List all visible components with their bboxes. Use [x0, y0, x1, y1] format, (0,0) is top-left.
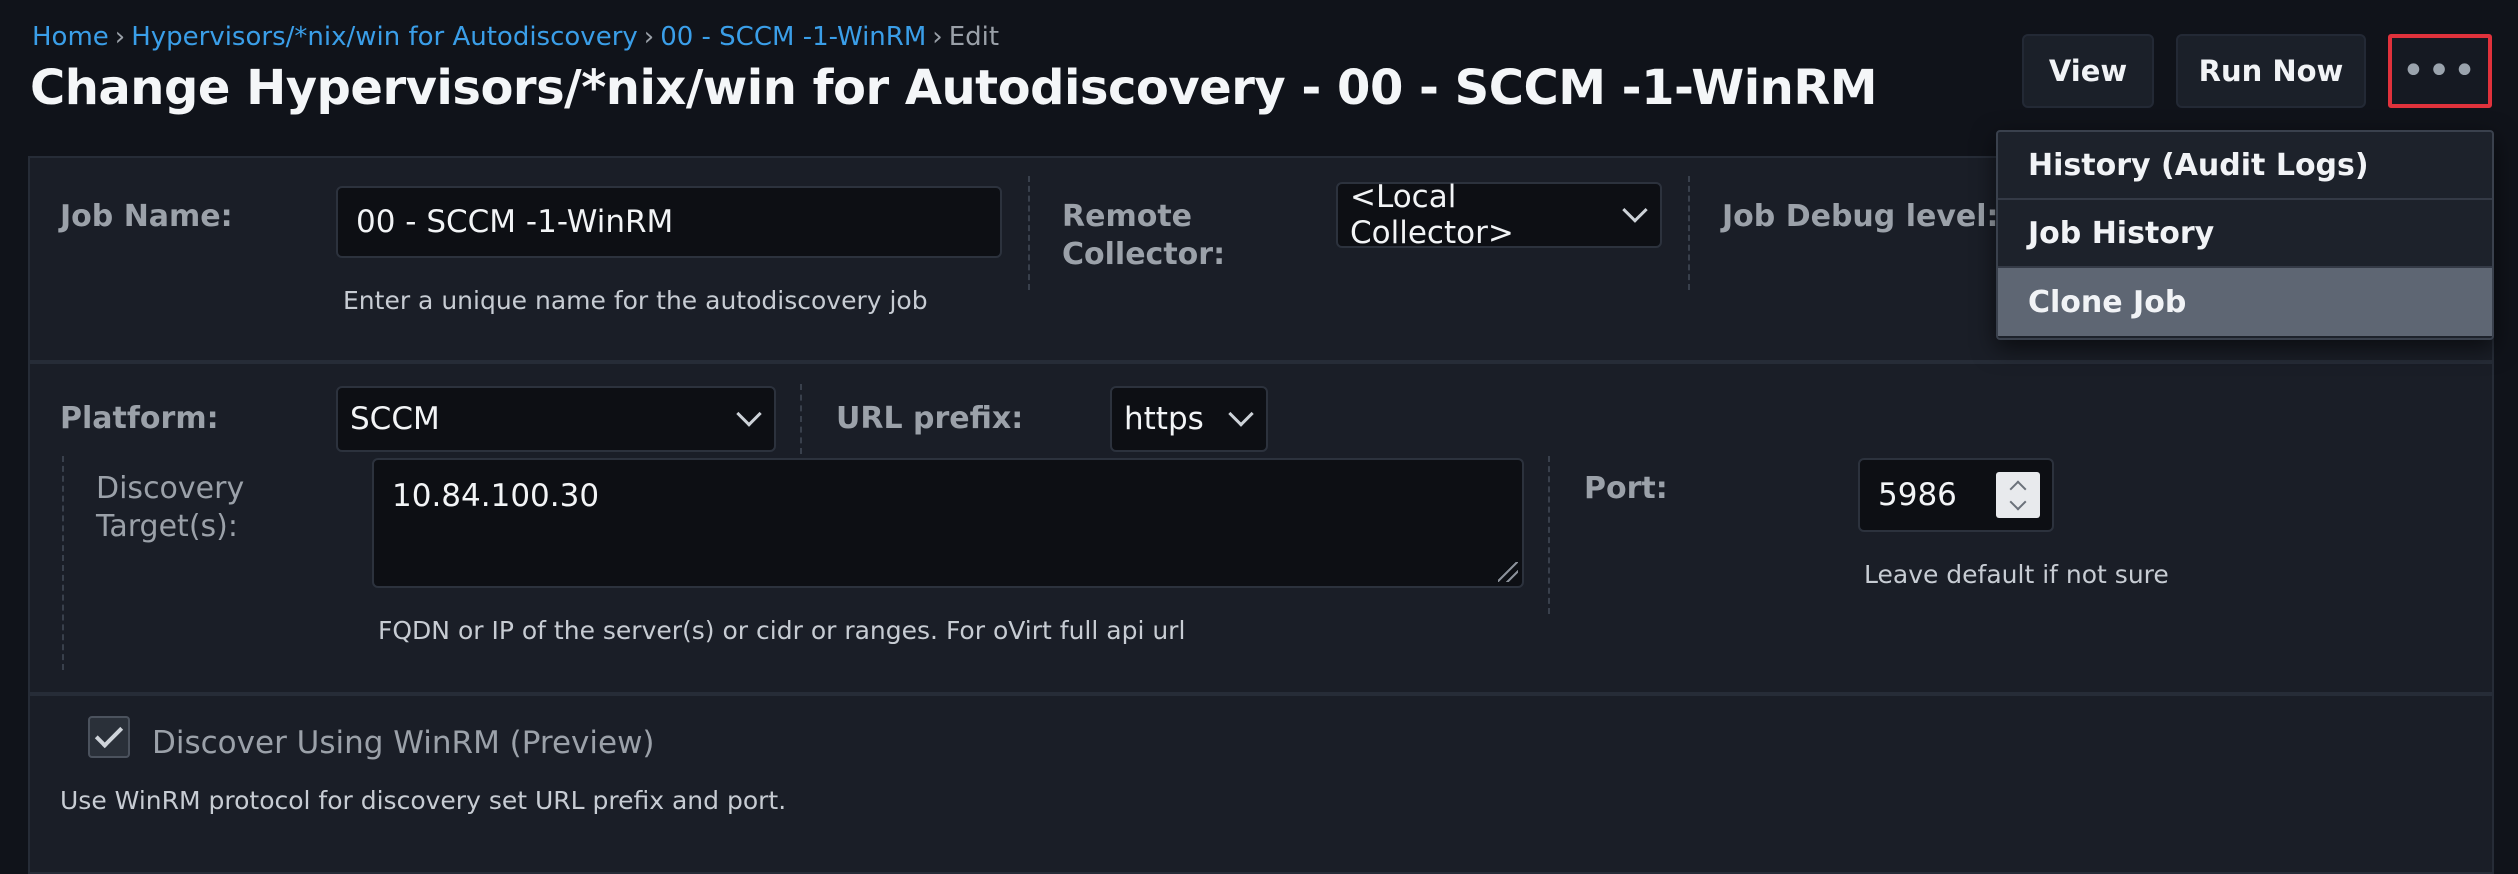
remote-collector-label: Remote Collector:: [1062, 198, 1225, 274]
port-label: Port:: [1584, 471, 1668, 506]
breadcrumb-separator: ›: [643, 22, 655, 52]
breadcrumb: Home › Hypervisors/*nix/win for Autodiscov…: [32, 22, 999, 52]
job-name-help: Enter a unique name for the autodiscover…: [343, 286, 928, 315]
port-input[interactable]: 5986: [1858, 458, 2054, 532]
ellipsis-icon: •••: [2401, 48, 2479, 94]
remote-collector-label-line: Remote: [1062, 199, 1193, 234]
breadcrumb-section-link[interactable]: Hypervisors/*nix/win for Autodiscovery: [131, 22, 638, 52]
winrm-checkbox[interactable]: [88, 716, 130, 758]
menu-item-job-history[interactable]: Job History: [1998, 200, 2492, 268]
divider: [1688, 176, 1690, 290]
more-options-menu: History (Audit Logs) Job History Clone J…: [1996, 130, 2494, 340]
divider: [1028, 176, 1030, 290]
port-help: Leave default if not sure: [1864, 560, 2169, 589]
chevron-down-icon: [1228, 401, 1254, 427]
breadcrumb-separator: ›: [114, 22, 126, 52]
divider: [1548, 456, 1550, 614]
discovery-targets-textarea[interactable]: 10.84.100.30: [372, 458, 1524, 588]
checkmark-icon: [94, 719, 124, 749]
discovery-targets-value: 10.84.100.30: [392, 478, 600, 514]
job-name-input[interactable]: 00 - SCCM -1-WinRM: [336, 186, 1002, 258]
platform-select[interactable]: SCCM: [336, 386, 776, 452]
discovery-targets-label: Discovery Target(s):: [96, 470, 244, 546]
run-now-button[interactable]: Run Now: [2176, 34, 2366, 108]
discovery-targets-label-line: Target(s):: [96, 509, 238, 544]
more-options-button[interactable]: •••: [2388, 34, 2492, 108]
menu-item-clone-job[interactable]: Clone Job: [1998, 268, 2492, 336]
winrm-help: Use WinRM protocol for discovery set URL…: [60, 786, 787, 815]
breadcrumb-home-link[interactable]: Home: [32, 22, 109, 52]
breadcrumb-job-link[interactable]: 00 - SCCM -1-WinRM: [660, 22, 926, 52]
breadcrumb-current: Edit: [948, 22, 1000, 52]
platform-value: SCCM: [350, 401, 440, 437]
chevron-down-icon: [2009, 493, 2027, 510]
divider: [62, 456, 64, 670]
job-debug-level-label: Job Debug level:: [1722, 199, 1999, 234]
platform-label: Platform:: [60, 401, 219, 436]
remote-collector-label-line: Collector:: [1062, 237, 1226, 272]
discovery-targets-label-line: Discovery: [96, 471, 245, 506]
winrm-checkbox-label[interactable]: Discover Using WinRM (Preview): [152, 724, 655, 762]
job-name-label: Job Name:: [60, 199, 233, 234]
divider: [800, 384, 802, 454]
discovery-targets-help: FQDN or IP of the server(s) or cidr or r…: [378, 616, 1186, 645]
view-button[interactable]: View: [2022, 34, 2154, 108]
resize-handle-icon[interactable]: [1498, 562, 1518, 582]
remote-collector-select[interactable]: <Local Collector>: [1336, 179, 1662, 251]
chevron-down-icon: [1622, 197, 1648, 223]
page-title: Change Hypervisors/*nix/win for Autodisc…: [30, 60, 1878, 116]
winrm-panel: [28, 694, 2494, 874]
breadcrumb-separator: ›: [932, 22, 943, 52]
port-value: 5986: [1878, 477, 1957, 513]
url-prefix-value: https: [1124, 401, 1204, 437]
url-prefix-select[interactable]: https: [1110, 386, 1268, 452]
menu-item-history-audit-logs[interactable]: History (Audit Logs): [1998, 132, 2492, 200]
remote-collector-value: <Local Collector>: [1350, 179, 1514, 251]
number-stepper-icon[interactable]: [1996, 472, 2040, 518]
chevron-down-icon: [736, 401, 762, 427]
url-prefix-label: URL prefix:: [836, 401, 1024, 436]
